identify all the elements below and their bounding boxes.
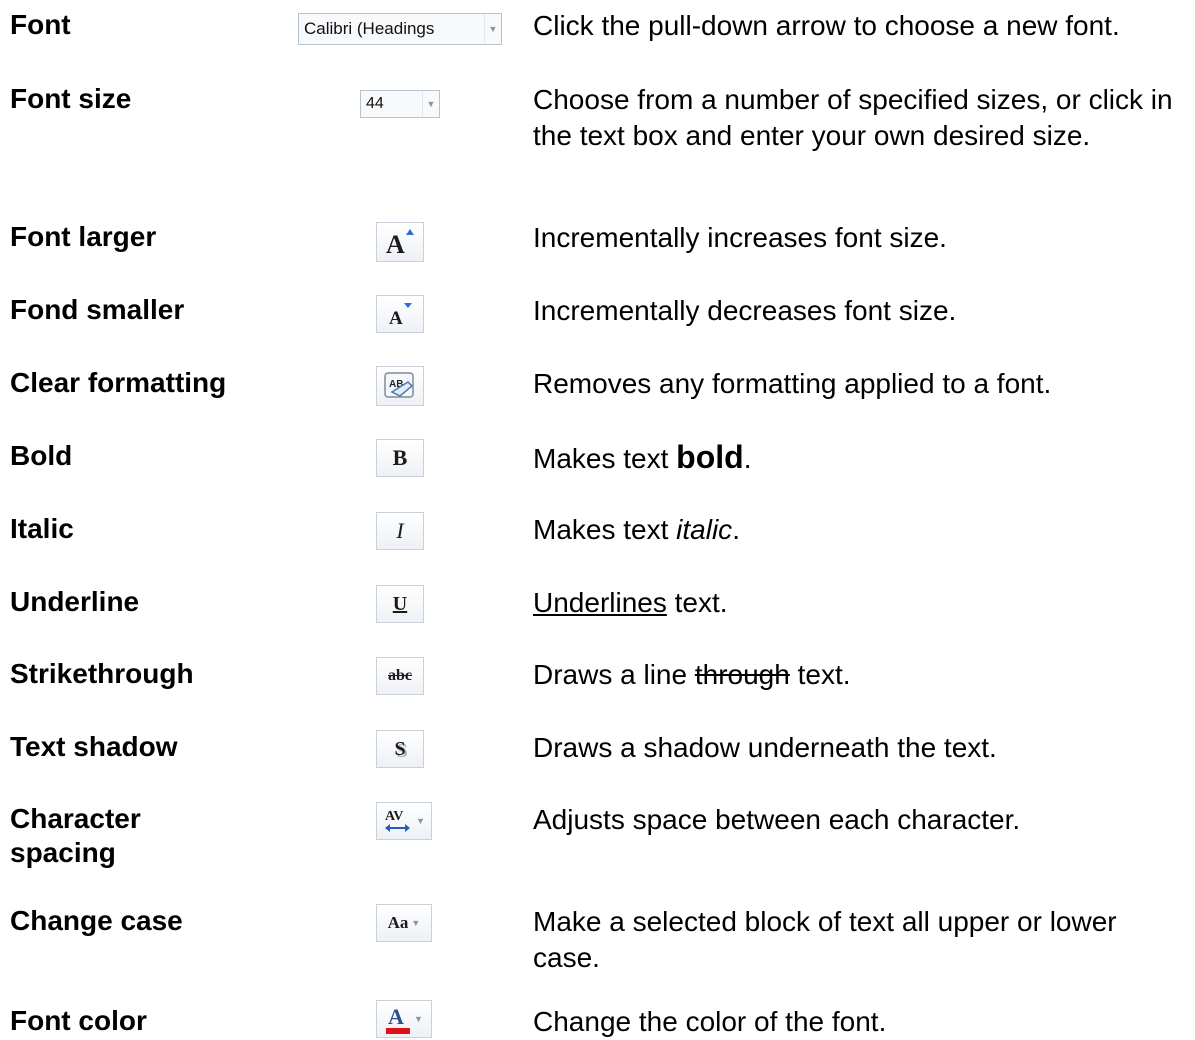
label-font-larger: Font larger (10, 221, 157, 252)
italic-icon: I (396, 518, 404, 543)
svg-text:A: A (389, 308, 403, 328)
desc-strikethrough: Draws a line through text. (533, 659, 851, 690)
text-shadow-button[interactable]: S (376, 730, 424, 768)
label-italic: Italic (10, 513, 74, 544)
font-size-value: 44 (366, 95, 384, 112)
desc-font-smaller: Incrementally decreases font size. (533, 295, 957, 326)
text-shadow-icon: S (394, 737, 406, 760)
font-name-dropdown[interactable]: Calibri (Headings ▼ (298, 13, 502, 45)
label-bold: Bold (10, 440, 73, 471)
desc-underline: Underlines text. (533, 587, 728, 618)
desc-character-spacing: Adjusts space between each character. (533, 804, 1021, 835)
clear-formatting-icon: AB (384, 372, 414, 398)
desc-clear-formatting: Removes any formatting applied to a font… (533, 368, 1052, 399)
shrink-font-button[interactable]: A (376, 295, 424, 333)
chevron-down-icon[interactable]: ▼ (422, 91, 439, 117)
desc-font-larger: Incrementally increases font size. (533, 222, 947, 253)
label-strikethrough: Strikethrough (10, 658, 194, 689)
desc-bold: Makes text bold. (533, 439, 752, 475)
label-font: Font (10, 9, 71, 40)
clear-formatting-button[interactable]: AB (376, 366, 424, 406)
label-change-case: Change case (10, 905, 183, 936)
svg-text:AV: AV (385, 809, 403, 824)
character-spacing-button[interactable]: AV ▼ (376, 802, 432, 840)
underline-icon: U (392, 592, 408, 615)
italic-button[interactable]: I (376, 512, 424, 550)
label-font-smaller: Fond smaller (10, 294, 185, 325)
font-name-value: Calibri (Headings (304, 19, 435, 38)
chevron-down-icon[interactable]: ▼ (414, 1014, 423, 1024)
desc-italic: Makes text italic. (533, 514, 740, 545)
label-underline: Underline (10, 586, 140, 617)
label-font-size: Font size (10, 83, 132, 114)
grow-font-icon: A (386, 229, 414, 257)
desc-change-case: Make a selected block of text all upper … (533, 906, 1117, 973)
strikethrough-icon: abc (388, 667, 412, 684)
character-spacing-icon: AV (385, 809, 411, 832)
underline-button[interactable]: U (376, 585, 424, 623)
font-color-button[interactable]: A ▼ (376, 1000, 432, 1038)
change-case-button[interactable]: Aa ▼ (376, 904, 432, 942)
label-clear-formatting: Clear formatting (10, 367, 227, 398)
font-color-icon: A (386, 1004, 411, 1034)
svg-text:A: A (388, 1004, 404, 1029)
font-size-dropdown[interactable]: 44 ▼ (360, 90, 440, 118)
bold-icon: B (392, 445, 408, 470)
desc-font: Click the pull-down arrow to choose a ne… (533, 10, 1120, 41)
label-text-shadow: Text shadow (10, 731, 178, 762)
desc-font-color: Change the color of the font. (533, 1006, 887, 1037)
chevron-down-icon[interactable]: ▼ (416, 816, 425, 826)
strikethrough-button[interactable]: abc (376, 657, 424, 695)
shrink-font-icon: A (389, 303, 412, 328)
svg-text:A: A (386, 230, 405, 257)
bold-button[interactable]: B (376, 439, 424, 477)
grow-font-button[interactable]: A (376, 222, 424, 262)
desc-font-size: Choose from a number of specified sizes,… (533, 84, 1173, 151)
label-font-color: Font color (10, 1005, 147, 1036)
change-case-icon: Aa (387, 913, 409, 932)
chevron-down-icon[interactable]: ▼ (484, 14, 501, 44)
chevron-down-icon[interactable]: ▼ (411, 918, 420, 928)
label-character-spacing: Character spacing (10, 803, 141, 868)
desc-text-shadow: Draws a shadow underneath the text. (533, 732, 997, 763)
